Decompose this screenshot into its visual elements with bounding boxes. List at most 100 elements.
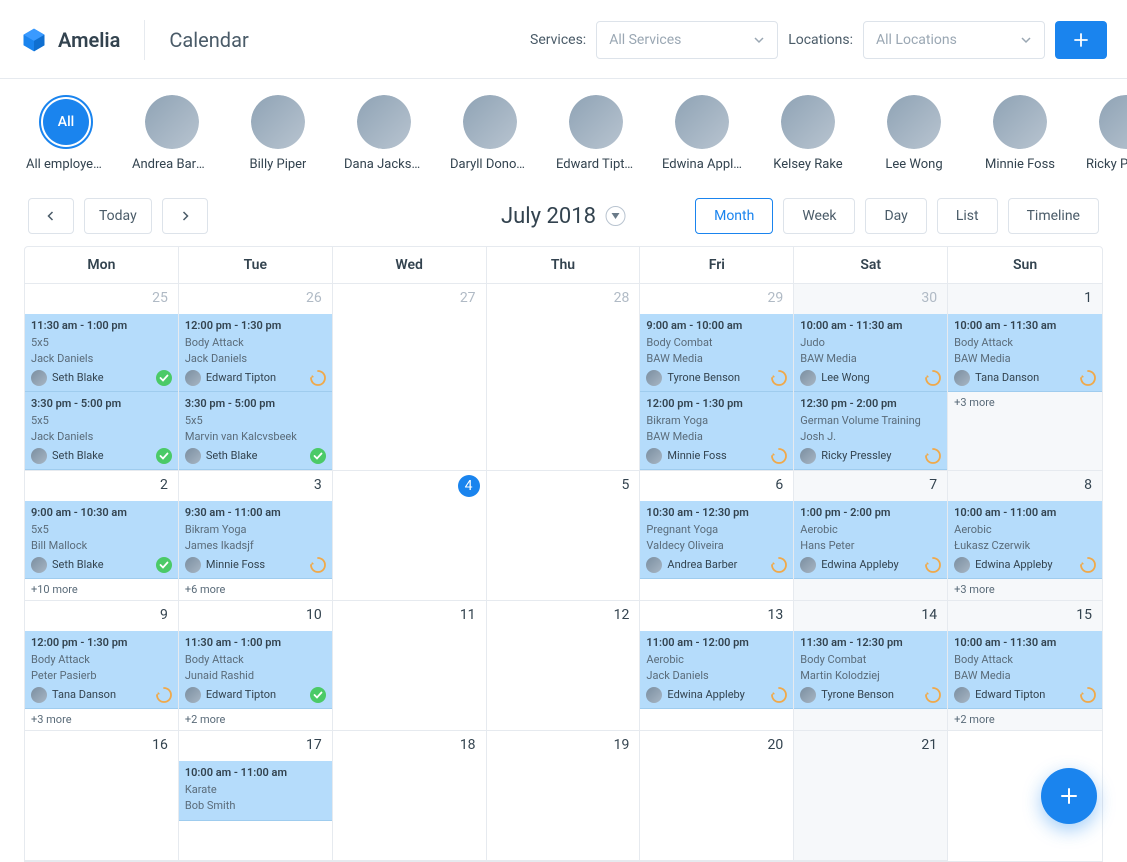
employee-filter-6[interactable]: Edwina Appl… <box>664 95 740 172</box>
employee-filter-7[interactable]: Kelsey Rake <box>770 95 846 172</box>
calendar-event[interactable]: 11:30 am - 1:00 pmBody AttackJunaid Rash… <box>179 631 332 709</box>
calendar-cell[interactable]: 1 10:00 am - 11:30 amBody AttackBAW Media… <box>948 284 1102 471</box>
event-service: Bikram Yoga <box>185 522 326 539</box>
employee-avatar <box>31 687 47 703</box>
employee-filter-8[interactable]: Lee Wong <box>876 95 952 172</box>
employee-filter-10[interactable]: Ricky Pressley <box>1088 95 1127 172</box>
calendar-event[interactable]: 12:30 pm - 2:00 pmGerman Volume Training… <box>794 392 947 470</box>
more-events-link[interactable]: +2 more <box>179 709 332 730</box>
calendar-event[interactable]: 9:00 am - 10:00 amBody CombatBAW MediaTy… <box>640 314 793 392</box>
calendar-cell[interactable]: 299:00 am - 10:00 amBody CombatBAW Media… <box>640 284 794 471</box>
calendar-cell[interactable]: 2612:00 pm - 1:30 pmBody AttackJack Dani… <box>179 284 333 471</box>
calendar-event[interactable]: 10:30 am - 12:30 pmPregnant YogaValdecy … <box>640 501 793 579</box>
calendar-event[interactable]: 11:30 am - 1:00 pm5x5Jack DanielsSeth Bl… <box>25 314 178 392</box>
more-events-link[interactable]: +3 more <box>948 579 1102 600</box>
calendar-cell[interactable]: 3 9:30 am - 11:00 amBikram YogaJames Ikad… <box>179 471 333 601</box>
avatar <box>781 95 835 149</box>
event-time: 9:00 am - 10:00 am <box>646 318 787 335</box>
calendar-cell[interactable]: 1710:00 am - 11:00 amKarateBob Smith <box>179 731 333 861</box>
view-day[interactable]: Day <box>865 198 926 234</box>
next-button[interactable] <box>162 198 208 234</box>
view-week[interactable]: Week <box>783 198 855 234</box>
view-month[interactable]: Month <box>695 198 773 234</box>
calendar-cell[interactable]: 610:30 am - 12:30 pmPregnant YogaValdecy… <box>640 471 794 601</box>
calendar-cell[interactable]: 18 <box>333 731 487 861</box>
event-customer: BAW Media <box>646 351 787 368</box>
calendar-cell[interactable]: 2511:30 am - 1:00 pm5x5Jack DanielsSeth … <box>25 284 179 471</box>
month-dropdown[interactable] <box>606 206 626 226</box>
day-number: 3 <box>314 477 322 493</box>
calendar-cell[interactable]: 27 <box>333 284 487 471</box>
prev-button[interactable] <box>28 198 74 234</box>
check-icon <box>156 557 172 573</box>
event-customer: Martin Kolodziej <box>800 668 941 685</box>
calendar-event[interactable]: 3:30 pm - 5:00 pm5x5Marvin van Kalcvsbee… <box>179 392 332 470</box>
calendar-cell[interactable]: 1411:30 am - 12:30 pmBody CombatMartin K… <box>794 601 948 731</box>
calendar-cell[interactable]: 28 <box>487 284 641 471</box>
calendar-cell[interactable]: 21 <box>794 731 948 861</box>
employee-filter-4[interactable]: Daryll Donov… <box>452 95 528 172</box>
calendar-cell[interactable]: 1311:00 am - 12:00 pmAerobicJack Daniels… <box>640 601 794 731</box>
employee-filter-5[interactable]: Edward Tipton <box>558 95 634 172</box>
app-logo[interactable]: Amelia <box>20 20 145 60</box>
event-time: 10:30 am - 12:30 pm <box>646 505 787 522</box>
weekday-header: Sun <box>948 247 1102 284</box>
employee-avatar <box>185 448 201 464</box>
calendar-cell[interactable]: 3010:00 am - 11:30 amJudoBAW MediaLee Wo… <box>794 284 948 471</box>
day-number: 27 <box>460 290 476 306</box>
employee-filter-3[interactable]: Dana Jackson <box>346 95 422 172</box>
avatar <box>675 95 729 149</box>
event-service: Body Attack <box>185 652 326 669</box>
employee-filter-1[interactable]: Andrea Barber <box>134 95 210 172</box>
calendar-cell[interactable]: 912:00 pm - 1:30 pmBody AttackPeter Pasi… <box>25 601 179 731</box>
view-list[interactable]: List <box>937 198 998 234</box>
calendar-event[interactable]: 10:00 am - 11:30 amJudoBAW MediaLee Wong <box>794 314 947 392</box>
calendar-cell[interactable]: 16 <box>25 731 179 861</box>
calendar-event[interactable]: 11:30 am - 12:30 pmBody CombatMartin Kol… <box>794 631 947 709</box>
calendar-cell[interactable]: 20 <box>640 731 794 861</box>
calendar-event[interactable]: 1:00 pm - 2:00 pmAerobicHans PeterEdwina… <box>794 501 947 579</box>
calendar-event[interactable]: 10:00 am - 11:00 amKarateBob Smith <box>179 761 332 821</box>
calendar-event[interactable]: 12:00 pm - 1:30 pmBody AttackJack Daniel… <box>179 314 332 392</box>
calendar-event[interactable]: 10:00 am - 11:00 amAerobicŁukasz Czerwik… <box>948 501 1102 579</box>
calendar-cell[interactable]: 4 <box>333 471 487 601</box>
day-number: 1 <box>1084 290 1092 306</box>
event-employee: Lee Wong <box>821 370 869 387</box>
calendar-event[interactable]: 12:00 pm - 1:30 pmBody AttackPeter Pasie… <box>25 631 178 709</box>
calendar-cell[interactable]: 12 <box>487 601 641 731</box>
calendar-event[interactable]: 3:30 pm - 5:00 pm5x5Jack DanielsSeth Bla… <box>25 392 178 470</box>
view-timeline[interactable]: Timeline <box>1008 198 1099 234</box>
locations-select[interactable]: All Locations <box>863 21 1045 59</box>
more-events-link[interactable]: +6 more <box>179 579 332 600</box>
event-employee: Edwina Appleby <box>821 557 898 574</box>
page-title: Calendar <box>145 28 248 52</box>
avatar <box>145 95 199 149</box>
calendar-cell[interactable]: 810:00 am - 11:00 amAerobicŁukasz Czerwi… <box>948 471 1102 601</box>
calendar-event[interactable]: 11:00 am - 12:00 pmAerobicJack DanielsEd… <box>640 631 793 709</box>
add-button[interactable] <box>1055 21 1107 59</box>
more-events-link[interactable]: +3 more <box>948 392 1102 413</box>
employee-filter-9[interactable]: Minnie Foss <box>982 95 1058 172</box>
calendar-cell[interactable]: 29:00 am - 10:30 am5x5Bill MallockSeth B… <box>25 471 179 601</box>
employee-filter-2[interactable]: Billy Piper <box>240 95 316 172</box>
avatar <box>887 95 941 149</box>
event-service: German Volume Training <box>800 413 941 430</box>
calendar-cell[interactable]: 71:00 pm - 2:00 pmAerobicHans PeterEdwin… <box>794 471 948 601</box>
calendar-event[interactable]: 9:00 am - 10:30 am5x5Bill MallockSeth Bl… <box>25 501 178 579</box>
calendar-event[interactable]: 9:30 am - 11:00 amBikram YogaJames Ikads… <box>179 501 332 579</box>
calendar-cell[interactable]: 19 <box>487 731 641 861</box>
calendar-cell[interactable]: 1011:30 am - 1:00 pmBody AttackJunaid Ra… <box>179 601 333 731</box>
more-events-link[interactable]: +2 more <box>948 709 1102 730</box>
more-events-link[interactable]: +10 more <box>25 579 178 600</box>
today-button[interactable]: Today <box>84 198 152 234</box>
employee-filter-all[interactable]: AllAll employees <box>28 95 104 172</box>
calendar-event[interactable]: 12:00 pm - 1:30 pmBikram YogaBAW MediaMi… <box>640 392 793 470</box>
calendar-cell[interactable]: 5 <box>487 471 641 601</box>
calendar-event[interactable]: 10:00 am - 11:30 amBody AttackBAW MediaE… <box>948 631 1102 709</box>
services-select[interactable]: All Services <box>596 21 778 59</box>
more-events-link[interactable]: +3 more <box>25 709 178 730</box>
calendar-event[interactable]: 10:00 am - 11:30 amBody AttackBAW MediaT… <box>948 314 1102 392</box>
calendar-cell[interactable]: 11 <box>333 601 487 731</box>
calendar-cell[interactable]: 1510:00 am - 11:30 amBody AttackBAW Medi… <box>948 601 1102 731</box>
fab-add-button[interactable] <box>1041 768 1097 824</box>
